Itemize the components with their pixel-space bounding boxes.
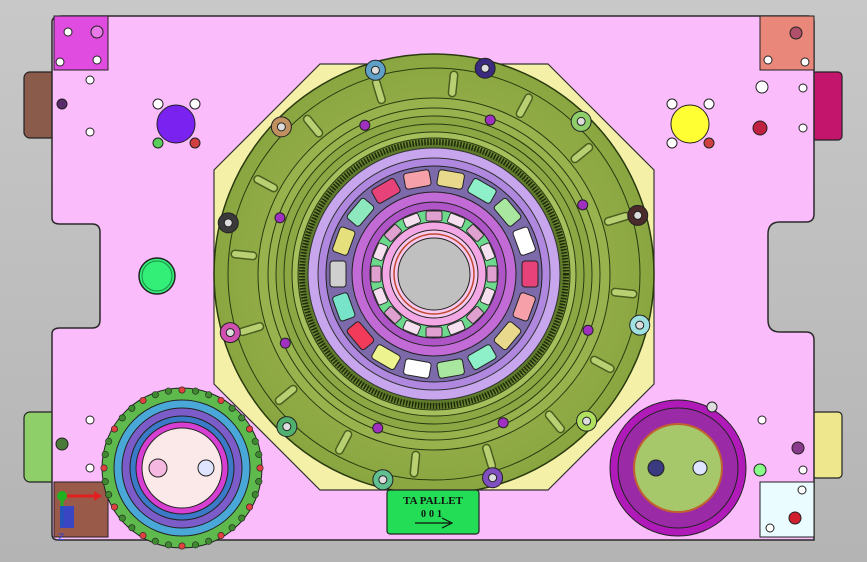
ring-bolt-core <box>480 63 490 73</box>
gear-tooth <box>217 396 225 404</box>
gear-tooth <box>164 541 172 549</box>
ear-right-bottom-2 <box>811 411 843 479</box>
inner-roller <box>486 265 498 283</box>
gear-tooth <box>246 503 254 511</box>
inner-roller <box>425 210 443 222</box>
center-bore <box>397 237 471 311</box>
gear-tooth <box>205 391 213 399</box>
gear-tooth <box>228 404 236 412</box>
gear-tooth <box>255 450 263 458</box>
z-axis-icon <box>60 506 74 528</box>
locator-green[interactable] <box>138 257 176 295</box>
gear-tooth <box>251 491 259 499</box>
gear-tooth <box>105 437 113 445</box>
gear-tooth <box>238 514 246 522</box>
gear-tooth <box>128 524 136 532</box>
locator-yellow[interactable] <box>666 98 715 149</box>
gear-tooth <box>139 396 147 404</box>
ring-bolt-core <box>225 328 235 338</box>
cad-viewport[interactable]: TA PALLET 001 Z <box>0 0 867 562</box>
gear-tooth <box>110 425 118 433</box>
label-plate[interactable]: TA PALLET 001 <box>386 489 480 535</box>
gear-tooth <box>256 464 264 472</box>
gear-tooth <box>151 391 159 399</box>
ring-bolt-core <box>282 422 292 432</box>
bearing-roller <box>329 260 347 288</box>
gear-tooth <box>128 404 136 412</box>
ring-bolt-core <box>370 65 380 75</box>
gear-tooth <box>178 542 186 550</box>
ring-bolt-core <box>223 218 233 228</box>
ring-bolt-core <box>633 210 643 220</box>
gear-tooth <box>246 425 254 433</box>
ring-bolt-core <box>276 122 286 132</box>
ear-right-top-2 <box>811 71 843 141</box>
gear-tooth <box>101 450 109 458</box>
ring-slot-inner <box>231 251 256 259</box>
gear-tooth <box>251 437 259 445</box>
gear-tooth <box>118 414 126 422</box>
ring-pin <box>274 212 286 224</box>
ring-pin <box>497 417 509 429</box>
ring-pin <box>372 422 384 434</box>
ring-pin <box>279 337 291 349</box>
gear-tooth <box>255 478 263 486</box>
gear-tooth <box>164 387 172 395</box>
ring-pin <box>484 114 496 126</box>
ring-pin <box>582 324 594 336</box>
inner-roller <box>425 326 443 338</box>
gear-tooth <box>100 464 108 472</box>
gear-tooth <box>238 414 246 422</box>
label-line-2: 001 <box>421 509 445 520</box>
pallet-drawing[interactable]: TA PALLET 001 <box>0 0 867 562</box>
gear-tooth <box>192 541 200 549</box>
right-disc-assembly[interactable] <box>609 399 747 537</box>
z-axis-label: Z <box>58 533 64 542</box>
gear-tooth <box>217 532 225 540</box>
locator-blue[interactable] <box>152 98 201 149</box>
gear-tooth <box>228 524 236 532</box>
ring-pin <box>577 199 589 211</box>
axis-triad: Z <box>57 491 102 542</box>
gear-tooth <box>205 537 213 545</box>
ring-slot-inner <box>449 71 457 96</box>
ring-bolt-core <box>576 116 586 126</box>
ring-bolt-core <box>378 475 388 485</box>
gear-tooth <box>118 514 126 522</box>
ring-pin <box>359 119 371 131</box>
bearing-roller <box>521 260 539 288</box>
gear-tooth <box>178 386 186 394</box>
ring-bolt-core <box>635 320 645 330</box>
gear-tooth <box>192 387 200 395</box>
gear-tooth <box>110 503 118 511</box>
label-line-1: TA PALLET <box>403 495 463 507</box>
ring-bolt-core <box>488 473 498 483</box>
ring-slot-inner <box>411 452 419 477</box>
gear-tooth <box>139 532 147 540</box>
left-gear-assembly[interactable] <box>100 386 264 550</box>
gear-tooth <box>151 537 159 545</box>
inner-roller <box>370 265 382 283</box>
ring-slot-inner <box>612 289 637 297</box>
ring-bolt-core <box>582 416 592 426</box>
